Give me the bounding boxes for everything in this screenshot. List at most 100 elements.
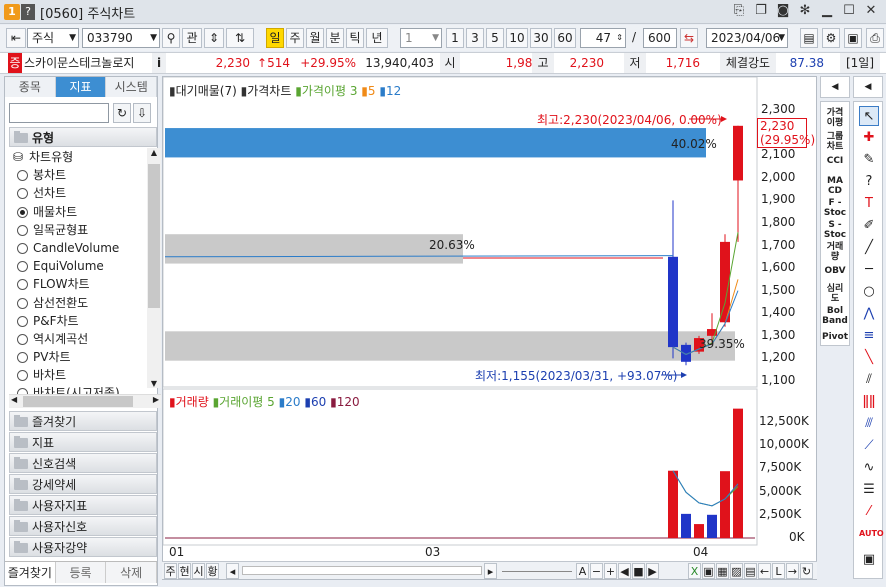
gwan-button[interactable]: 관 <box>182 28 202 48</box>
auto-trend-icon[interactable]: ⁄ <box>859 502 879 522</box>
stop-icon[interactable]: ■ <box>632 563 645 579</box>
zoom-out-icon[interactable]: − <box>590 563 603 579</box>
interval-select[interactable]: 1 ▼ <box>400 28 442 48</box>
calendar-icon[interactable]: ▤ <box>744 563 757 579</box>
parallel-lines-icon[interactable]: ☰ <box>859 480 879 500</box>
line-icon[interactable]: ╱ <box>859 238 879 258</box>
indicator-group[interactable]: 지표 <box>9 432 157 452</box>
radio-icon[interactable] <box>17 352 28 364</box>
total-count-input[interactable]: 600 <box>643 28 677 48</box>
minute-10[interactable]: 10 <box>506 28 528 48</box>
minute-5[interactable]: 5 <box>486 28 504 48</box>
scroll-right-icon[interactable]: ▶ <box>153 395 159 404</box>
market-select[interactable]: 주식 ▼ <box>27 28 79 48</box>
tab-system[interactable]: 시스템 <box>106 77 158 97</box>
indicator-group[interactable]: 사용자강약 <box>9 537 157 557</box>
cursor-icon[interactable]: ↖ <box>859 106 879 126</box>
hscroll-thumb[interactable] <box>23 396 133 407</box>
chart-type-option[interactable]: 일목균형표 <box>9 221 147 239</box>
chart-type-option[interactable]: 선차트 <box>9 184 147 202</box>
date-select[interactable]: 2023/04/06 ▼ <box>706 28 788 48</box>
chart-type-option[interactable]: 바차트(시고저종) <box>9 384 147 394</box>
period-tick[interactable]: 틱 <box>346 28 364 48</box>
radio-icon[interactable] <box>17 279 28 291</box>
radio-icon[interactable] <box>17 370 28 382</box>
image-icon[interactable]: ▨ <box>730 563 743 579</box>
text-icon[interactable]: T <box>859 194 879 214</box>
tab-indicators[interactable]: 지표 <box>55 77 107 97</box>
speed-line-icon[interactable]: ⟋ <box>859 436 879 456</box>
chart-type-option[interactable]: PV차트 <box>9 348 147 366</box>
link-icon[interactable]: ⎘ <box>730 2 748 20</box>
tab-weekly[interactable]: 주 <box>164 563 177 579</box>
period-day[interactable]: 일 <box>266 28 284 48</box>
radio-icon[interactable] <box>17 261 28 273</box>
indicator-sstoc[interactable]: S - Stoc <box>821 220 849 240</box>
play-icon[interactable]: ▶ <box>646 563 659 579</box>
chart-type-option[interactable]: EquiVolume <box>9 257 147 275</box>
indicator-volume[interactable]: 거래 량 <box>821 242 849 262</box>
chart-scroll-track[interactable] <box>242 566 482 575</box>
indicator-group[interactable]: 사용자지표 <box>9 495 157 515</box>
radio-icon[interactable] <box>17 170 28 182</box>
radio-icon[interactable] <box>17 333 28 345</box>
tab-current[interactable]: 현 <box>178 563 191 579</box>
close-icon[interactable]: ✕ <box>862 2 880 20</box>
scroll-thumb[interactable] <box>148 164 160 308</box>
indicator-group-chart[interactable]: 그룹 차트 <box>821 132 849 152</box>
text-tool-icon[interactable]: A <box>576 563 589 579</box>
crosshair-icon[interactable]: ✚ <box>859 128 879 148</box>
period-week[interactable]: 주 <box>286 28 304 48</box>
minute-1[interactable]: 1 <box>446 28 464 48</box>
gann-icon[interactable]: ╲ <box>859 348 879 368</box>
indicator-group[interactable]: 사용자신호 <box>9 516 157 536</box>
search-icon[interactable]: ⚲ <box>162 28 180 48</box>
indicator-fstoc[interactable]: F - Stoc <box>821 198 849 218</box>
chart-area[interactable]: ▮대기매물(7) ▮가격차트 ▮가격이평 3 ▮5 ▮12 ▮거래량 ▮거래이평… <box>162 76 817 580</box>
chart-settings-icon[interactable]: ▤ <box>800 28 818 48</box>
auto-icon[interactable]: AUTO <box>859 524 884 544</box>
grid-icon[interactable]: ▦ <box>716 563 729 579</box>
question-icon[interactable]: ? <box>859 172 879 192</box>
download-icon[interactable]: ⇩ <box>133 103 151 123</box>
info-button[interactable]: i <box>152 53 166 73</box>
indicator-search-input[interactable] <box>9 103 109 123</box>
stepper-icon[interactable]: ⇕ <box>616 29 623 47</box>
radio-icon[interactable] <box>17 297 28 309</box>
save-icon[interactable]: ▣ <box>702 563 715 579</box>
trend-channel-icon[interactable]: ⫻ <box>859 414 879 434</box>
copy-icon[interactable]: ❐ <box>752 2 770 20</box>
zigzag-icon[interactable]: ⋀ <box>859 304 879 324</box>
chart-type-option[interactable]: 매물차트 <box>9 203 147 221</box>
tree-horizontal-scrollbar[interactable]: ◀ ▶ <box>9 394 161 408</box>
bottom-register[interactable]: 등록 <box>55 562 107 583</box>
radio-icon[interactable] <box>17 242 28 254</box>
prev-stock-icon[interactable]: ⇤ <box>6 28 26 48</box>
help-icon[interactable]: ? <box>21 4 35 20</box>
save-icon[interactable]: ▣ <box>844 28 862 48</box>
chart-type-option[interactable]: 봉차트 <box>9 166 147 184</box>
period-month[interactable]: 월 <box>306 28 324 48</box>
radio-icon[interactable] <box>17 188 28 200</box>
window-icon[interactable]: ▣ <box>859 550 879 570</box>
arrow-left-icon[interactable]: ← <box>758 563 771 579</box>
scroll-right-icon[interactable]: ▸ <box>484 563 497 579</box>
chart-type-option[interactable]: P&F차트 <box>9 312 147 330</box>
tab-market[interactable]: 시 <box>192 563 205 579</box>
indicator-group[interactable]: 신호검색 <box>9 453 157 473</box>
swap-icon[interactable]: ⇕ <box>204 28 224 48</box>
updown-stepper[interactable]: ⇅ <box>226 28 254 48</box>
tab-stocks[interactable]: 종목 <box>5 77 56 97</box>
indicator-group[interactable]: 즐겨찾기 <box>9 411 157 431</box>
maximize-icon[interactable]: ☐ <box>840 2 858 20</box>
pen-icon[interactable]: ✐ <box>859 216 879 236</box>
tree-head[interactable]: ⛁ 차트유형 <box>9 148 147 166</box>
gear-icon[interactable]: ⚙ <box>822 28 840 48</box>
minute-60[interactable]: 60 <box>554 28 576 48</box>
radio-icon[interactable] <box>17 206 28 218</box>
collapse-icon[interactable]: ◀ <box>820 76 850 98</box>
wave-icon[interactable]: ∿ <box>859 458 879 478</box>
scroll-left-icon[interactable]: ◀ <box>11 395 17 404</box>
cycle-icon[interactable]: ǁǁ <box>859 392 879 412</box>
chart-type-option[interactable]: 바차트 <box>9 366 147 384</box>
